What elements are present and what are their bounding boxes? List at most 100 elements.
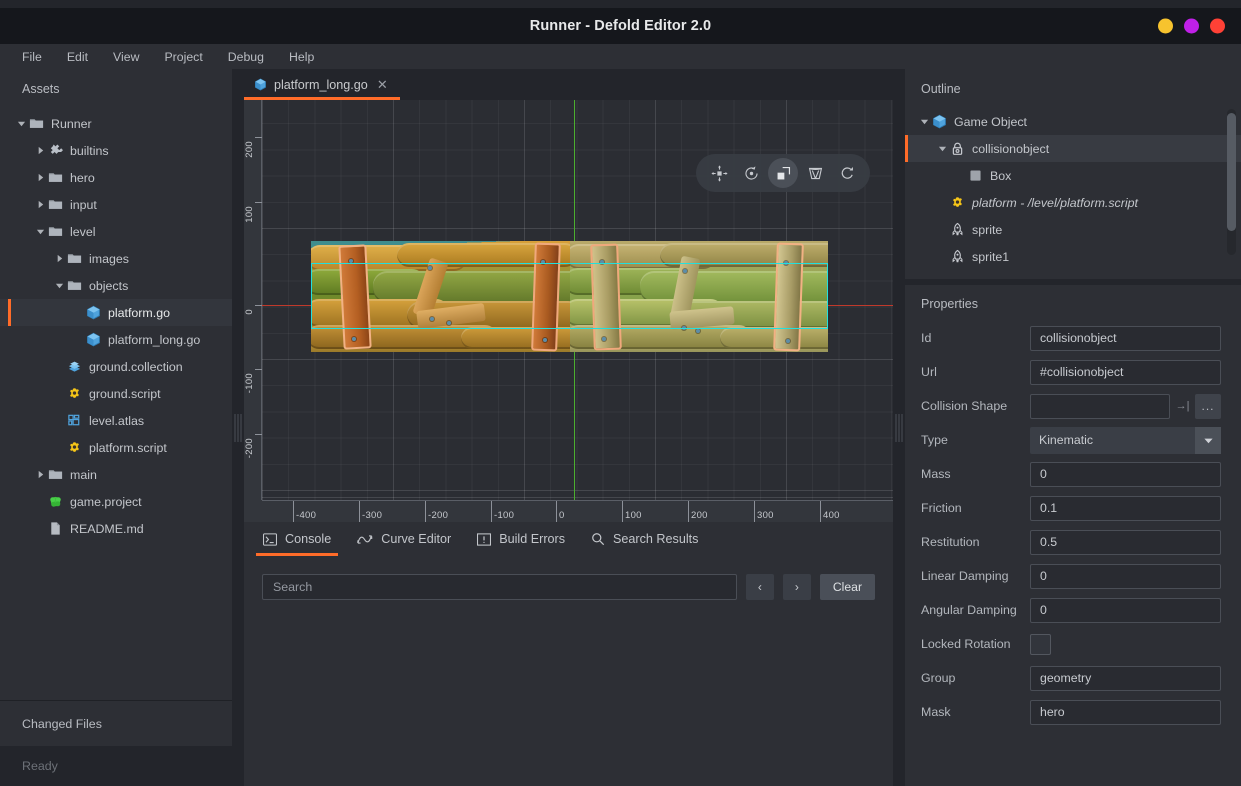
asset-tree-item[interactable]: level (0, 218, 232, 245)
asset-tree-item[interactable]: README.md (0, 515, 232, 542)
property-value-field[interactable]: geometry (1030, 666, 1221, 691)
chevron-down-icon[interactable] (935, 142, 949, 156)
goto-resource-icon[interactable]: →| (1170, 394, 1195, 419)
search-prev-button[interactable]: ‹ (746, 574, 774, 600)
menu-debug[interactable]: Debug (228, 50, 264, 64)
outline-item[interactable]: collisionobject (905, 135, 1241, 162)
asset-tree-item[interactable]: input (0, 191, 232, 218)
y-tick-label: -200 (244, 438, 262, 458)
property-value-field[interactable]: 0.5 (1030, 530, 1221, 555)
chevron-right-icon[interactable] (33, 198, 47, 212)
viewport-canvas[interactable] (262, 100, 893, 500)
scene-viewport[interactable]: 2001000-100-200 -400-300-200-10001002003… (244, 100, 893, 522)
menu-help[interactable]: Help (289, 50, 314, 64)
menu-edit[interactable]: Edit (67, 50, 88, 64)
chevron-down-icon[interactable] (1195, 427, 1221, 454)
chevron-right-icon[interactable] (33, 144, 47, 158)
property-value-field[interactable]: 0 (1030, 564, 1221, 589)
asset-tree-item[interactable]: game.project (0, 488, 232, 515)
asset-tree-item[interactable]: images (0, 245, 232, 272)
property-row: Locked Rotation (905, 627, 1241, 661)
viewport-ruler-y: 2001000-100-200 (244, 100, 262, 500)
tab-search-results[interactable]: Search Results (578, 522, 711, 556)
close-icon[interactable]: ✕ (377, 78, 388, 91)
property-value-field[interactable]: #collisionobject (1030, 360, 1221, 385)
asset-tree-item[interactable]: platform_long.go (0, 326, 232, 353)
outline-item[interactable]: sprite1 (905, 243, 1241, 270)
collision-shape-field[interactable] (1030, 394, 1170, 419)
asset-tree-item[interactable]: ground.collection (0, 353, 232, 380)
property-value-field[interactable]: 0 (1030, 598, 1221, 623)
changed-files-panel[interactable]: Changed Files (0, 700, 232, 746)
search-next-button[interactable]: › (783, 574, 811, 600)
asset-tree-item[interactable]: level.atlas (0, 407, 232, 434)
reset-view-tool-button[interactable] (832, 158, 862, 188)
asset-tree-item[interactable]: objects (0, 272, 232, 299)
clear-button[interactable]: Clear (820, 574, 875, 600)
outline-item-label: sprite (972, 223, 1002, 237)
minimize-button[interactable] (1158, 19, 1173, 34)
outline-item[interactable]: sprite (905, 216, 1241, 243)
browse-resource-button[interactable]: ... (1195, 394, 1221, 419)
y-tick-label: -100 (244, 373, 262, 393)
property-value-field[interactable]: hero (1030, 700, 1221, 725)
asset-tree-item[interactable]: Runner (0, 110, 232, 137)
outline-item[interactable]: Box (905, 162, 1241, 189)
maximize-button[interactable] (1184, 19, 1199, 34)
property-value-field[interactable]: collisionobject (1030, 326, 1221, 351)
close-button[interactable] (1210, 19, 1225, 34)
x-tick-label: -400 (293, 510, 316, 521)
scale-tool-button[interactable] (768, 158, 798, 188)
y-tick-line (255, 305, 262, 306)
tab-console[interactable]: Console (250, 522, 344, 556)
assets-splitter[interactable] (232, 69, 244, 786)
property-value-field[interactable]: 0 (1030, 462, 1221, 487)
chevron-down-icon[interactable] (33, 225, 47, 239)
right-splitter[interactable] (893, 69, 905, 786)
move-tool-button[interactable] (704, 158, 734, 188)
chevron-down-icon[interactable] (52, 279, 66, 293)
chevron-right-icon[interactable] (33, 171, 47, 185)
asset-tree-item-label: level.atlas (89, 414, 144, 428)
search-input[interactable] (262, 574, 737, 600)
chevron-down-icon[interactable] (14, 117, 28, 131)
property-row: Linear Damping0 (905, 559, 1241, 593)
property-label: Url (921, 365, 1030, 379)
chevron-right-icon[interactable] (52, 252, 66, 266)
outline-scrollbar[interactable] (1227, 109, 1236, 255)
asset-tree-item[interactable]: main (0, 461, 232, 488)
chevron-right-icon[interactable] (33, 468, 47, 482)
menu-project[interactable]: Project (164, 50, 202, 64)
outline-item[interactable]: Game Object (905, 108, 1241, 135)
outline-item[interactable]: platform - /level/platform.script (905, 189, 1241, 216)
asset-tree-item[interactable]: builtins (0, 137, 232, 164)
script-icon (66, 440, 83, 456)
locked-rotation-checkbox[interactable] (1030, 634, 1051, 655)
editor-tab-label: platform_long.go (274, 78, 368, 92)
menu-view[interactable]: View (113, 50, 139, 64)
property-row: Friction0.1 (905, 491, 1241, 525)
asset-tree-item[interactable]: hero (0, 164, 232, 191)
tab-curve-editor[interactable]: Curve Editor (344, 522, 464, 556)
status-bar: Ready (0, 746, 232, 786)
menu-file[interactable]: File (22, 50, 42, 64)
chevron-down-icon[interactable] (917, 115, 931, 129)
camera-tool-button[interactable] (800, 158, 830, 188)
property-select[interactable]: Kinematic (1030, 427, 1221, 454)
property-label: Collision Shape (921, 399, 1030, 413)
window-controls (1158, 19, 1225, 34)
rotate-tool-button[interactable] (736, 158, 766, 188)
outline-item-label: platform - /level/platform.script (972, 196, 1138, 210)
editor-tab-platform-long[interactable]: platform_long.go ✕ (244, 69, 400, 100)
tab-console-label: Console (285, 532, 331, 546)
tab-build-errors[interactable]: Build Errors (464, 522, 578, 556)
tree-spacer (33, 522, 47, 536)
asset-tree-item[interactable]: platform.script (0, 434, 232, 461)
asset-tree-item-label: README.md (70, 522, 144, 536)
asset-tree-item[interactable]: platform.go (0, 299, 232, 326)
property-value-field[interactable]: 0.1 (1030, 496, 1221, 521)
editor-tabstrip: platform_long.go ✕ (244, 69, 893, 100)
asset-tree-item[interactable]: ground.script (0, 380, 232, 407)
script-icon (949, 195, 966, 211)
tree-spacer (52, 441, 66, 455)
